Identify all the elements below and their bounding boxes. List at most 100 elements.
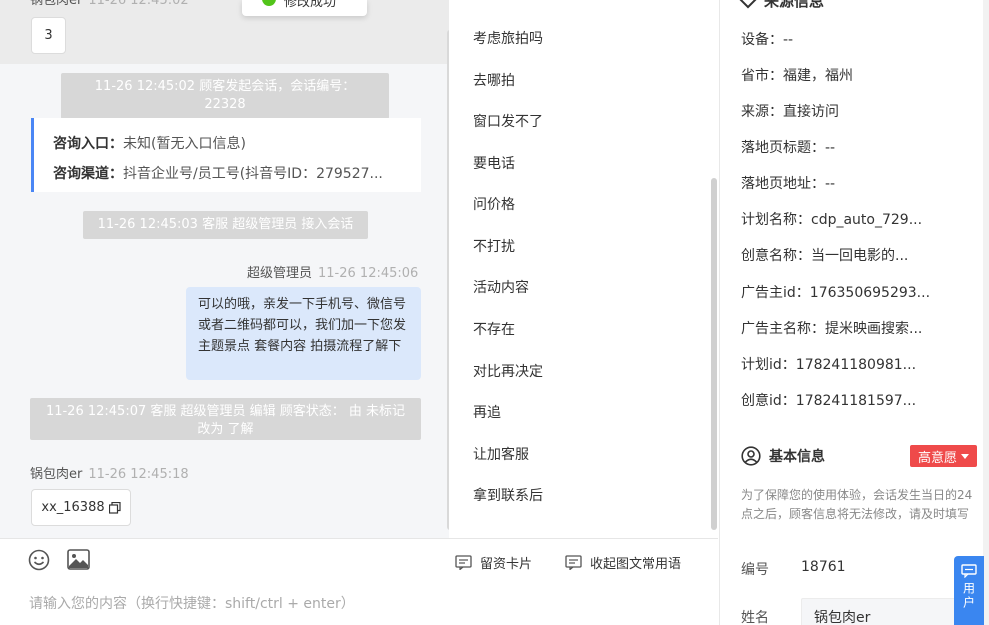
info-row-landing-url: 落地页地址：--	[741, 173, 835, 193]
phrase-scrollbar[interactable]	[711, 178, 717, 530]
message-time: 11-26 12:45:06	[318, 266, 419, 281]
info-value: 178241180981...	[795, 357, 917, 373]
chat-panel: 锅包肉er 11-26 12:45:02 3 11-26 12:45:02 顾客发…	[0, 0, 449, 538]
collapse-phrases-label: 收起图文常用语	[590, 557, 682, 572]
info-value: 福建，福州	[783, 68, 853, 84]
caret-down-icon	[961, 453, 969, 459]
info-row-landing-title: 落地页标题：--	[741, 137, 835, 157]
info-value: 直接访问	[783, 104, 839, 120]
message-meta: 锅包肉er 11-26 12:45:18	[30, 463, 189, 482]
message-composer: 留资卡片 收起图文常用语 请输入您的内容（换行快捷键：shift/ctrl + …	[0, 538, 718, 625]
info-value: --	[825, 176, 836, 192]
source-info-header: 来源信息	[739, 0, 825, 11]
page-scrollbar-track	[983, 0, 989, 625]
lead-card-button[interactable]: 留资卡片	[455, 553, 532, 572]
message-time: 11-26 12:45:18	[88, 467, 189, 482]
phrase-item[interactable]: 让加客服	[473, 444, 529, 464]
phrase-item[interactable]: 要电话	[473, 153, 515, 173]
message-icon	[565, 555, 582, 570]
chat-scrollbar[interactable]	[447, 30, 449, 530]
id-label: 编号	[741, 562, 769, 578]
phrase-item[interactable]: 再追	[473, 402, 501, 422]
chat-icon	[961, 564, 977, 578]
phrase-item[interactable]: 窗口发不了	[473, 111, 543, 131]
intent-label: 高意愿	[917, 450, 957, 466]
info-value: 176350695293...	[809, 285, 931, 301]
entry-value: 未知(暂无入口信息)	[123, 136, 246, 152]
phrase-item[interactable]: 不打扰	[473, 236, 515, 256]
message-meta: 锅包肉er 11-26 12:45:02	[30, 0, 189, 8]
success-icon	[262, 0, 276, 6]
image-icon[interactable]	[67, 549, 90, 570]
phrase-item[interactable]: 考虑旅拍吗	[473, 28, 543, 48]
customer-info-panel: 来源信息 设备：-- 省市：福建，福州 来源：直接访问 落地页标题：-- 落地页…	[719, 0, 989, 625]
info-value: --	[825, 140, 836, 156]
channel-label: 咨询渠道：	[53, 166, 123, 182]
system-message: 11-26 12:45:07 客服 超级管理员 编辑 顾客状态： 由 未标记 改…	[30, 398, 421, 440]
copy-icon[interactable]	[108, 501, 121, 514]
system-message: 11-26 12:45:02 顾客发起会话，会话编号：22328	[61, 73, 389, 119]
info-value: cdp_auto_729...	[811, 212, 923, 228]
source-info-title: 来源信息	[764, 0, 825, 10]
user-icon	[741, 446, 761, 466]
phrase-item[interactable]: 活动内容	[473, 277, 529, 297]
channel-row: 咨询渠道：抖音企业号/员工号(抖音号ID：279527...	[53, 159, 413, 189]
info-value: --	[783, 32, 794, 48]
card-icon	[455, 555, 472, 570]
message-input[interactable]: 请输入您的内容（换行快捷键：shift/ctrl + enter）	[29, 593, 355, 613]
info-label: 省市：	[741, 68, 783, 84]
name-label: 姓名	[741, 610, 769, 625]
customer-message-bubble[interactable]: xx_16388	[31, 489, 131, 526]
emoji-icon[interactable]	[28, 549, 50, 571]
info-row-creative-id: 创意id：178241181597...	[741, 390, 916, 410]
toast-text: 修改成功	[284, 0, 337, 10]
basic-info-title: 基本信息	[769, 449, 825, 465]
quick-phrase-list: 考虑旅拍吗 去哪拍 窗口发不了 要电话 问价格 不打扰 活动内容 不存在 对比再…	[455, 0, 718, 538]
info-row-plan-id: 计划id：178241180981...	[741, 354, 916, 374]
info-value: 当一回电影的...	[811, 248, 909, 264]
basic-info-header: 基本信息	[741, 446, 825, 466]
info-row-city: 省市：福建，福州	[741, 65, 853, 85]
customer-name: 锅包肉er	[30, 467, 83, 482]
info-label: 广告主id：	[741, 285, 810, 301]
info-label: 计划id：	[741, 357, 796, 373]
info-label: 广告主名称：	[741, 321, 825, 337]
consult-entry-card: 咨询入口：未知(暂无入口信息) 咨询渠道：抖音企业号/员工号(抖音号ID：279…	[31, 118, 421, 192]
message-time: 11-26 12:45:02	[88, 0, 189, 8]
channel-value: 抖音企业号/员工号(抖音号ID：279527...	[123, 166, 383, 182]
agent-name: 超级管理员	[247, 266, 313, 281]
lead-card-label: 留资卡片	[480, 557, 533, 572]
phrase-item[interactable]: 问价格	[473, 194, 515, 214]
edit-notice: 为了保障您的使用体验，会话发生当日的24点之后，顾客信息将无法修改，请及时填写	[741, 488, 973, 521]
info-label: 计划名称：	[741, 212, 811, 228]
collapse-phrases-button[interactable]: 收起图文常用语	[565, 553, 681, 572]
user-float-button[interactable]: 用户	[954, 556, 984, 625]
message-meta: 超级管理员 11-26 12:45:06	[247, 262, 418, 281]
info-label: 设备：	[741, 32, 783, 48]
info-row-advertiser-name: 广告主名称：提米映画搜索...	[741, 318, 922, 338]
agent-message-bubble: 可以的哦，亲发一下手机号、微信号或者二维码都可以，我们加一下您发主题景点 套餐内…	[186, 287, 421, 380]
name-field[interactable]: 锅包肉er	[801, 598, 961, 625]
info-label: 来源：	[741, 104, 783, 120]
info-value: 提米映画搜索...	[825, 321, 923, 337]
system-message: 11-26 12:45:03 客服 超级管理员 接入会话	[83, 211, 368, 239]
info-value: 178241181597...	[795, 393, 917, 409]
phrase-item[interactable]: 去哪拍	[473, 70, 515, 90]
phrase-item[interactable]: 拿到联系后	[473, 485, 543, 505]
info-label: 创意名称：	[741, 248, 811, 264]
phrase-item[interactable]: 不存在	[473, 319, 515, 339]
entry-row: 咨询入口：未知(暂无入口信息)	[53, 129, 413, 159]
info-label: 落地页地址：	[741, 176, 825, 192]
intent-dropdown[interactable]: 高意愿	[910, 445, 977, 467]
message-bubble: 3	[31, 17, 66, 54]
info-row-plan-name: 计划名称：cdp_auto_729...	[741, 209, 922, 229]
success-toast: 修改成功	[242, 0, 367, 16]
info-row-creative-name: 创意名称：当一回电影的...	[741, 245, 908, 265]
info-label: 创意id：	[741, 393, 796, 409]
chat-history-band	[0, 0, 449, 64]
phrase-item[interactable]: 对比再决定	[473, 361, 543, 381]
float-label: 用户	[961, 582, 976, 610]
info-row-advertiser-id: 广告主id：176350695293...	[741, 282, 930, 302]
id-value: 18761	[801, 559, 846, 575]
info-label: 落地页标题：	[741, 140, 825, 156]
